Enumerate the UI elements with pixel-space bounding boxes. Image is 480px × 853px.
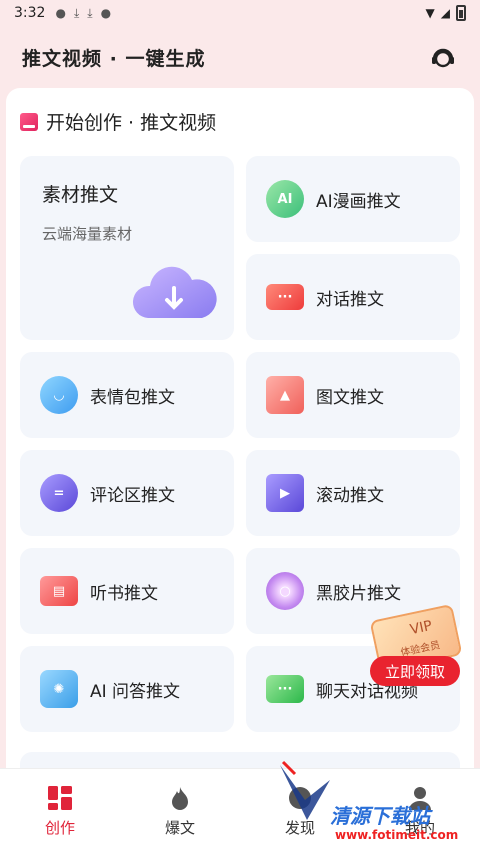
card-audiobook[interactable]: ▤ 听书推文 [20,548,234,634]
image-icon: ▲ [266,376,304,414]
card-emoji[interactable]: ◡ 表情包推文 [20,352,234,438]
wifi-icon: ▼ [425,6,435,20]
flame-icon [167,785,193,811]
claim-button[interactable]: 立即领取 [370,656,460,686]
comment-icon: = [40,474,78,512]
page-title: 推文视频 · 一键生成 [22,47,206,70]
card-scroll[interactable]: ▶ 滚动推文 [246,450,460,536]
section-header: 开始创作 · 推文视频 [20,108,216,135]
download-icon-2: ⤓ [87,5,93,20]
card-ai-qa[interactable]: ✺ AI 问答推文 [20,646,234,732]
customer-service-icon[interactable] [428,42,458,72]
tab-label: 爆文 [164,818,195,837]
download-icon: ⤓ [73,5,80,20]
tab-create[interactable]: 创作 [0,769,120,853]
wechat-icon-2: ● [100,5,112,20]
status-bar: 3:32 ● ⤓ ⤓ ● ▼ ◢ [0,0,480,26]
card-ai-comic[interactable]: AI AI漫画推文 [246,156,460,242]
card-image-text[interactable]: ▲ 图文推文 [246,352,460,438]
card-label: 评论区推文 [90,485,175,506]
battery-icon [456,5,466,21]
signal-icon: ◢ [440,6,450,20]
chat-icon: ··· [266,675,304,703]
watermark-url: www.fotimeit.com [335,828,459,842]
book-icon: ▤ [40,576,78,606]
section-book-icon [20,112,38,131]
card-label: 图文推文 [316,387,384,408]
emoji-icon: ◡ [40,376,78,414]
section-title: 开始创作 · 推文视频 [46,112,217,134]
watermark-text: 清源下载站 [330,804,430,828]
card-label: 表情包推文 [90,387,175,408]
card-dialog[interactable]: ··· 对话推文 [246,254,460,340]
ai-qa-icon: ✺ [40,670,78,708]
card-label: 听书推文 [90,583,158,604]
create-grid-icon [47,785,73,811]
status-time: 3:32 [14,5,46,21]
watermark: 清源下载站 www.fotimeit.com [275,760,475,850]
scroll-video-icon: ▶ [266,474,304,512]
card-label: 黑胶片推文 [316,583,401,604]
card-comment[interactable]: = 评论区推文 [20,450,234,536]
notification-icons: ● ⤓ ⤓ ● [55,6,111,21]
app-bar: 推文视频 · 一键生成 [0,26,480,88]
card-label: 对话推文 [316,289,384,310]
card-subtitle: 云端海量素材 [42,225,133,243]
card-label: AI漫画推文 [316,191,401,212]
tab-label: 创作 [44,818,75,837]
tab-hot[interactable]: 爆文 [120,769,240,853]
vip-promo-badge[interactable]: VIP 体验会员 立即领取 [369,603,463,688]
watermark-logo-icon [280,760,330,820]
card-title: 素材推文 [42,184,119,206]
ai-comic-icon: AI [266,180,304,218]
dialog-icon: ··· [266,284,304,310]
vinyl-icon: ○ [266,572,304,610]
card-label: 滚动推文 [316,485,384,506]
card-material-tuiwen[interactable]: 素材推文 云端海量素材 [20,156,234,340]
system-icons: ▼ ◢ [426,5,466,21]
cloud-download-icon [130,260,218,322]
wechat-icon: ● [55,5,66,20]
card-label: AI 问答推文 [90,681,181,702]
